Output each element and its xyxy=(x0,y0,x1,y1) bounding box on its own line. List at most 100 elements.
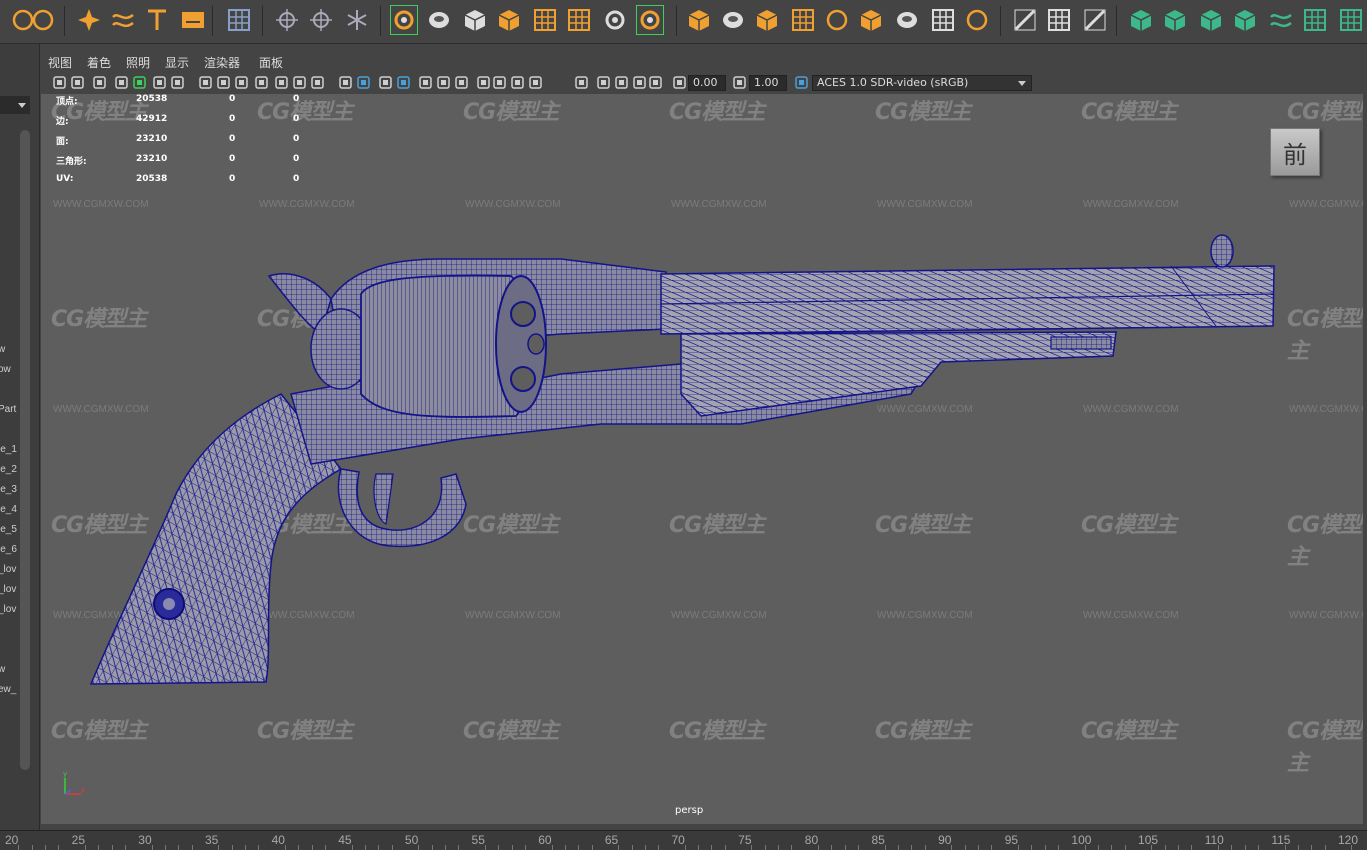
2d-pan-icon[interactable] xyxy=(170,75,185,90)
uv-cut-icon[interactable] xyxy=(1196,4,1226,36)
camera-select-icon[interactable] xyxy=(52,75,67,90)
sculpt-icon[interactable] xyxy=(1080,4,1110,36)
boolean-icon[interactable] xyxy=(564,4,594,36)
shadows-icon[interactable] xyxy=(454,75,469,90)
menu-item-4[interactable]: 渲染器 xyxy=(204,54,240,71)
motion-blur-icon[interactable] xyxy=(492,75,507,90)
viewport-persp[interactable]: CG模型主 CG模型主 CG模型主 CG模型主 WWW.CGMXW.COM WWW.CGM… xyxy=(41,94,1363,824)
sparkle-icon[interactable] xyxy=(74,4,104,36)
uv-checker-icon[interactable] xyxy=(1300,4,1330,36)
grid-display-icon[interactable] xyxy=(224,4,254,36)
gate-mask-icon[interactable] xyxy=(254,75,269,90)
isolate-select-icon[interactable] xyxy=(574,75,589,90)
grid-icon[interactable] xyxy=(198,75,213,90)
mirror-icon[interactable] xyxy=(600,4,630,36)
gamma-field[interactable]: 1.00 xyxy=(749,75,787,91)
default-material-icon[interactable] xyxy=(378,75,393,90)
svg-tool-icon[interactable] xyxy=(178,4,208,36)
exposure-icon[interactable] xyxy=(672,75,687,90)
outliner-item[interactable]: le_1 xyxy=(0,444,17,455)
xray-joints-icon[interactable] xyxy=(632,75,647,90)
wedge-icon[interactable] xyxy=(530,4,560,36)
lights-icon[interactable] xyxy=(436,75,451,90)
extrude-icon[interactable] xyxy=(460,4,490,36)
wireframe-icon[interactable] xyxy=(338,75,353,90)
menu-item-2[interactable]: 照明 xyxy=(126,54,150,71)
color-space-select[interactable]: ACES 1.0 SDR-video (sRGB) xyxy=(812,75,1032,91)
uv-sew-icon[interactable] xyxy=(1230,4,1260,36)
backface-icon[interactable] xyxy=(648,75,663,90)
pan-zoom-icon[interactable] xyxy=(152,75,167,90)
textured-icon[interactable] xyxy=(418,75,433,90)
image-plane-icon[interactable] xyxy=(114,75,129,90)
menu-item-3[interactable]: 显示 xyxy=(165,54,189,71)
brush-icon[interactable] xyxy=(1010,4,1040,36)
outliner-item[interactable]: w xyxy=(0,664,5,675)
bridge-icon[interactable] xyxy=(424,4,454,36)
resolution-gate-icon[interactable] xyxy=(234,75,249,90)
outliner-item[interactable]: w xyxy=(0,344,5,355)
outliner-item[interactable]: ew_ xyxy=(0,684,16,695)
ssao-icon[interactable] xyxy=(476,75,491,90)
outliner-item[interactable]: le_5 xyxy=(0,524,17,535)
outliner-item[interactable]: le_2 xyxy=(0,464,17,475)
menu-item-0[interactable]: 视图 xyxy=(48,54,72,71)
revolver-model[interactable] xyxy=(41,94,1363,824)
timeline-tick xyxy=(1164,845,1166,850)
cube-icon[interactable] xyxy=(684,4,714,36)
uv-move-icon[interactable] xyxy=(1266,4,1296,36)
xray-active-icon[interactable] xyxy=(614,75,629,90)
loop-tool-icon[interactable] xyxy=(389,4,419,36)
chevron-down-icon[interactable] xyxy=(1018,81,1026,86)
time-slider[interactable]: 20 25 30 35 40 45 50 55 60 65 70 75 80 85 90 95 100 105 11… xyxy=(0,830,1367,850)
uv-unfold-icon[interactable] xyxy=(1160,4,1190,36)
grease-pencil-icon[interactable] xyxy=(132,75,147,90)
bookmark-icon[interactable] xyxy=(92,75,107,90)
menu-item-5[interactable]: 面板 xyxy=(259,54,283,71)
menu-item-1[interactable]: 着色 xyxy=(87,54,111,71)
safe-title-icon[interactable] xyxy=(310,75,325,90)
outliner-item[interactable]: le_4 xyxy=(0,504,17,515)
text-tool-icon[interactable] xyxy=(142,4,172,36)
camera-attr-icon[interactable] xyxy=(70,75,85,90)
outliner-item[interactable]: le_6 xyxy=(0,544,17,555)
bevel-icon[interactable] xyxy=(494,4,524,36)
outliner-scrollbar[interactable] xyxy=(20,130,30,770)
outliner-item[interactable]: ow xyxy=(0,364,11,375)
uv-layout-icon[interactable] xyxy=(1126,4,1156,36)
reverse-icon[interactable] xyxy=(635,4,665,36)
curve-text-icon[interactable] xyxy=(108,4,138,36)
gamma-icon[interactable] xyxy=(732,75,747,90)
sphere-uv-icon[interactable] xyxy=(822,4,852,36)
film-gate-icon[interactable] xyxy=(216,75,231,90)
frame-icon[interactable] xyxy=(928,4,958,36)
measure-icon[interactable] xyxy=(272,4,302,36)
split-icon[interactable] xyxy=(788,4,818,36)
outliner-item[interactable]: _lov xyxy=(0,564,16,575)
snowflake-icon[interactable] xyxy=(342,4,372,36)
safe-action-icon[interactable] xyxy=(292,75,307,90)
mesh-ball-icon[interactable] xyxy=(962,4,992,36)
aa-icon[interactable] xyxy=(510,75,525,90)
viewcube-front[interactable]: 前 xyxy=(1270,128,1320,176)
outliner-dropdown[interactable] xyxy=(0,96,30,114)
bound-icon[interactable] xyxy=(1044,4,1074,36)
wireframe-on-shaded-icon[interactable] xyxy=(396,75,411,90)
box-icon[interactable] xyxy=(752,4,782,36)
outliner-item[interactable]: _lov xyxy=(0,604,16,615)
exposure-field[interactable]: 0.00 xyxy=(688,75,726,91)
plane-icon[interactable] xyxy=(718,4,748,36)
smooth-shade-icon[interactable] xyxy=(356,75,371,90)
field-chart-icon[interactable] xyxy=(274,75,289,90)
soccer-icon[interactable] xyxy=(28,4,58,36)
slice-icon[interactable] xyxy=(856,4,886,36)
color-mgmt-icon[interactable] xyxy=(794,75,809,90)
xray-icon[interactable] xyxy=(596,75,611,90)
outliner-item[interactable]: _lov xyxy=(0,584,16,595)
dof-icon[interactable] xyxy=(528,75,543,90)
outliner-item[interactable]: Part xyxy=(0,404,16,415)
snap-icon[interactable] xyxy=(306,4,336,36)
flatten-icon[interactable] xyxy=(892,4,922,36)
outliner-item[interactable]: le_3 xyxy=(0,484,17,495)
uv-grid-icon[interactable] xyxy=(1336,4,1366,36)
